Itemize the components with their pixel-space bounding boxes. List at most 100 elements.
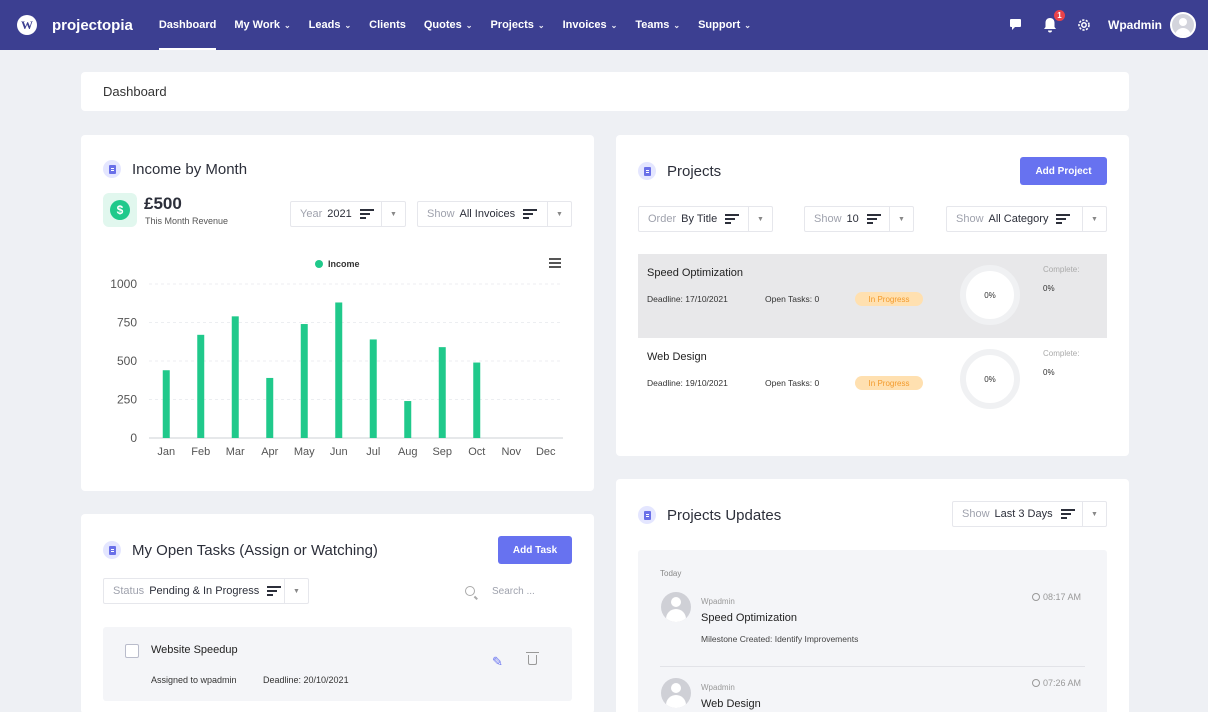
update-time-text: 07:26 AM bbox=[1043, 678, 1082, 688]
update-time-text: 08:17 AM bbox=[1043, 592, 1082, 602]
project-row[interactable]: Speed Optimization Deadline: 17/10/2021 … bbox=[638, 254, 1107, 338]
brand-name[interactable]: projectopia bbox=[52, 17, 133, 34]
sort-icon bbox=[523, 209, 538, 219]
income-chart: Income 0 250 500 750 1000 Jan Feb Mar Apr May Jun Ju… bbox=[110, 259, 563, 458]
chevron-down-icon[interactable]: ▼ bbox=[1082, 502, 1106, 526]
task-row[interactable]: Website Speedup Assigned to wpadmin Dead… bbox=[103, 627, 572, 701]
updates-range-filter[interactable]: Show Last 3 Days ▼ bbox=[952, 501, 1107, 527]
chevron-down-icon[interactable]: ▼ bbox=[284, 579, 308, 603]
x-tick-label: Dec bbox=[536, 446, 556, 458]
username[interactable]: Wpadmin bbox=[1108, 18, 1162, 32]
nav-quotes[interactable]: Quotes ⌄ bbox=[424, 0, 473, 50]
update-title[interactable]: Speed Optimization bbox=[701, 612, 797, 624]
nav-dashboard[interactable]: Dashboard bbox=[158, 0, 217, 50]
nav-teams[interactable]: Teams ⌄ bbox=[635, 0, 680, 50]
avatar bbox=[661, 678, 691, 708]
nav-my-work[interactable]: My Work ⌄ bbox=[234, 0, 290, 50]
day-label: Today bbox=[660, 569, 682, 578]
update-time: 07:26 AM bbox=[1032, 678, 1081, 688]
status-filter[interactable]: Status Pending & In Progress ▼ bbox=[103, 578, 309, 604]
nav-label: Projects bbox=[490, 19, 534, 31]
update-user: Wpadmin bbox=[701, 683, 735, 692]
search-input[interactable]: Search ... bbox=[492, 586, 535, 597]
nav-projects[interactable]: Projects ⌄ bbox=[490, 0, 544, 50]
project-deadline: Deadline: 19/10/2021 bbox=[647, 378, 728, 388]
project-row[interactable]: Web Design Deadline: 19/10/2021 Open Tas… bbox=[638, 338, 1107, 422]
y-tick-label: 0 bbox=[130, 431, 137, 445]
filter-value: By Title bbox=[681, 213, 718, 225]
bar bbox=[404, 401, 412, 438]
chevron-down-icon: ⌄ bbox=[673, 20, 681, 30]
category-filter[interactable]: Show All Category ▼ bbox=[946, 206, 1107, 232]
chevron-down-icon[interactable]: ▼ bbox=[1082, 207, 1106, 231]
updates-title-row: Projects Updates bbox=[638, 506, 781, 524]
invoice-show-filter[interactable]: Show All Invoices ▼ bbox=[417, 201, 572, 227]
nav-clients[interactable]: Clients bbox=[369, 0, 406, 50]
complete-label: Complete: bbox=[1043, 349, 1080, 358]
project-name[interactable]: Speed Optimization bbox=[647, 267, 743, 279]
project-name[interactable]: Web Design bbox=[647, 351, 707, 363]
nav-leads[interactable]: Leads ⌄ bbox=[309, 0, 352, 50]
nav-label: Support bbox=[698, 19, 741, 31]
filter-label: Show bbox=[427, 208, 455, 220]
bar bbox=[197, 334, 205, 438]
add-project-button[interactable]: Add Project bbox=[1020, 157, 1107, 185]
task-checkbox[interactable] bbox=[125, 644, 139, 658]
clock-icon bbox=[1032, 593, 1040, 601]
nav-support[interactable]: Support ⌄ bbox=[698, 0, 751, 50]
tasks-title-row: My Open Tasks (Assign or Watching) bbox=[103, 541, 378, 559]
x-tick-label: Apr bbox=[261, 446, 278, 458]
count-filter[interactable]: Show 10 ▼ bbox=[804, 206, 914, 232]
chevron-down-icon: ⌄ bbox=[744, 20, 751, 30]
update-title[interactable]: Web Design bbox=[701, 698, 761, 710]
bar bbox=[266, 377, 274, 438]
filter-value: All Category bbox=[988, 213, 1049, 225]
task-name[interactable]: Website Speedup bbox=[151, 644, 238, 656]
sort-icon bbox=[359, 209, 374, 219]
gear-icon[interactable] bbox=[1074, 15, 1094, 35]
edit-icon[interactable]: ✎ bbox=[492, 654, 503, 670]
nav-invoices[interactable]: Invoices ⌄ bbox=[563, 0, 618, 50]
user-avatar[interactable] bbox=[1170, 12, 1196, 38]
clipboard-icon bbox=[103, 160, 121, 178]
breadcrumb: Dashboard bbox=[81, 72, 1129, 111]
add-task-button[interactable]: Add Task bbox=[498, 536, 572, 564]
y-tick-label: 250 bbox=[117, 393, 137, 407]
y-tick-label: 500 bbox=[117, 354, 137, 368]
project-open-tasks: Open Tasks: 0 bbox=[765, 294, 820, 304]
complete-value: 0% bbox=[1043, 368, 1055, 377]
project-updates-card: Projects Updates Show Last 3 Days ▼ Toda… bbox=[616, 479, 1129, 712]
clock-icon bbox=[1032, 679, 1040, 687]
wordpress-icon[interactable]: W bbox=[17, 15, 37, 35]
chevron-down-icon[interactable]: ▼ bbox=[889, 207, 913, 231]
x-tick-label: Sep bbox=[432, 446, 452, 458]
progress-ring: 0% bbox=[960, 349, 1020, 409]
income-card: Income by Month $ £500 This Month Revenu… bbox=[81, 135, 594, 491]
x-tick-label: Jul bbox=[366, 446, 380, 458]
updates-feed: Today Wpadmin Speed Optimization Milesto… bbox=[638, 550, 1107, 712]
avatar bbox=[661, 592, 691, 622]
chevron-down-icon: ⌄ bbox=[344, 20, 352, 30]
income-title-row: Income by Month bbox=[103, 160, 247, 178]
chevron-down-icon[interactable]: ▼ bbox=[381, 202, 405, 226]
project-open-tasks: Open Tasks: 0 bbox=[765, 378, 820, 388]
order-filter[interactable]: Order By Title ▼ bbox=[638, 206, 773, 232]
nav-label: Quotes bbox=[423, 19, 462, 31]
complete-label: Complete: bbox=[1043, 265, 1080, 274]
bell-icon[interactable]: 1 bbox=[1040, 10, 1065, 35]
x-tick-label: May bbox=[294, 446, 315, 458]
filter-label: Show bbox=[814, 213, 842, 225]
sort-icon bbox=[866, 214, 881, 224]
bar bbox=[162, 370, 170, 438]
projects-title-row: Projects bbox=[638, 162, 721, 180]
complete-value: 0% bbox=[1043, 284, 1055, 293]
x-tick-label: Nov bbox=[501, 446, 521, 458]
chat-icon[interactable] bbox=[1006, 15, 1026, 35]
sort-icon bbox=[1060, 509, 1075, 519]
trash-icon[interactable] bbox=[526, 652, 539, 665]
chevron-down-icon[interactable]: ▼ bbox=[547, 202, 571, 226]
chevron-down-icon[interactable]: ▼ bbox=[748, 207, 772, 231]
chevron-down-icon: ⌄ bbox=[610, 20, 618, 30]
year-filter[interactable]: Year 2021 ▼ bbox=[290, 201, 406, 227]
search-icon[interactable] bbox=[465, 586, 475, 596]
